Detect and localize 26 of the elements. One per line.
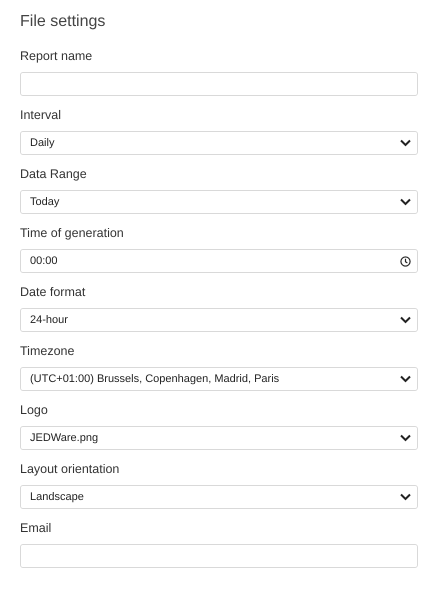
field-label: Interval — [20, 107, 62, 123]
field-label: Report name — [20, 48, 94, 64]
chevron-down-icon — [400, 316, 411, 324]
dropdown[interactable]: JEDWare.png — [20, 426, 418, 450]
dropdown[interactable]: Today — [20, 190, 418, 214]
field-label: Data Range — [20, 166, 88, 182]
field-label: Date format — [20, 284, 86, 300]
field-label: Layout orientation — [20, 461, 120, 477]
clock-icon — [400, 256, 411, 266]
time-field[interactable]: 00:00 — [20, 249, 418, 273]
dropdown[interactable]: Landscape — [20, 485, 418, 509]
dropdown[interactable]: 24-hour — [20, 308, 418, 332]
field-label: Time of generation — [20, 225, 125, 241]
section-title: File settings — [20, 12, 106, 32]
chevron-down-icon — [400, 198, 411, 206]
chevron-down-icon — [400, 493, 411, 501]
text-field[interactable] — [20, 72, 418, 96]
chevron-down-icon — [400, 375, 411, 383]
field-label: Logo — [20, 402, 49, 418]
chevron-down-icon — [400, 434, 411, 442]
field-label: Timezone — [20, 343, 76, 359]
dropdown[interactable]: Daily — [20, 131, 418, 155]
chevron-down-icon — [400, 139, 411, 147]
text-field[interactable] — [20, 544, 418, 568]
field-label: Email — [20, 520, 52, 536]
dropdown[interactable]: (UTC+01:00) Brussels, Copenhagen, Madrid, Paris — [20, 367, 418, 391]
